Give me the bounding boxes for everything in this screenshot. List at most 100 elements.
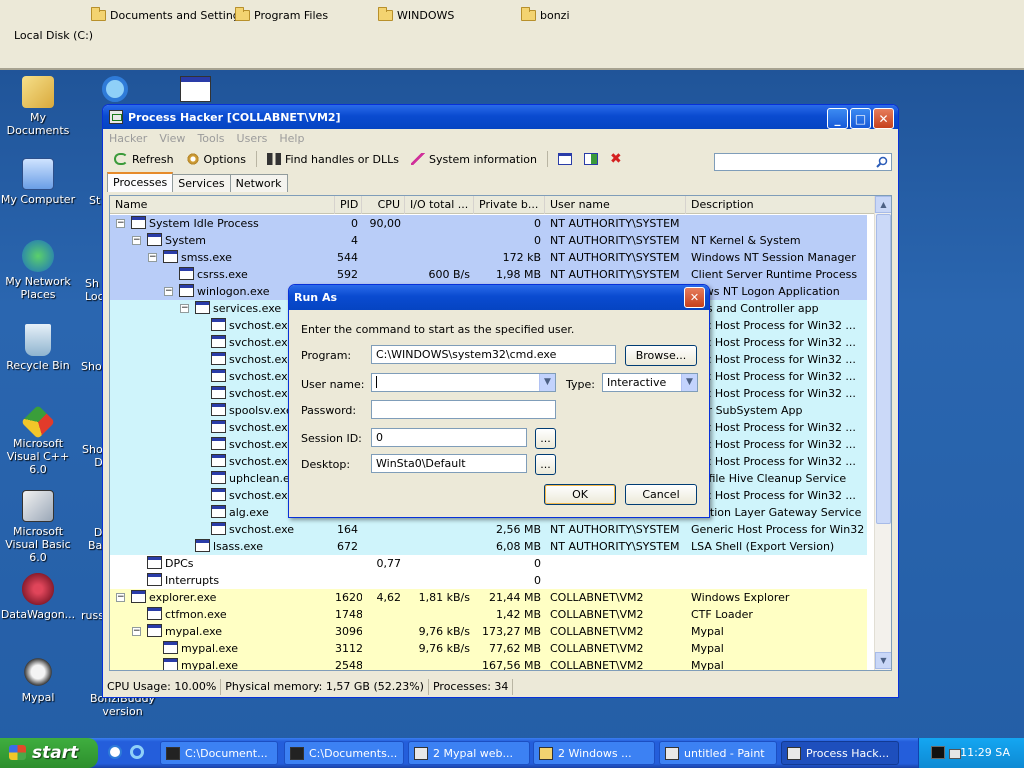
tree-toggle-icon[interactable]: − [116, 593, 125, 602]
process-hacker-titlebar[interactable]: Process Hacker [COLLABNET\VM2] _ □ ✕ [103, 105, 898, 129]
minimize-button[interactable]: _ [827, 108, 848, 129]
process-row[interactable]: DPCs 0,77 0 [110, 555, 867, 572]
desktop-icon-visual-basic[interactable]: Microsoft Visual Basic 6.0 [0, 490, 76, 564]
column-user-name[interactable]: User name [545, 196, 686, 214]
folder-program-files[interactable]: Program Files [235, 6, 328, 23]
run-as-close-button[interactable]: ✕ [684, 287, 705, 308]
go-to-button[interactable] [579, 149, 603, 169]
menu-help[interactable]: Help [279, 132, 304, 145]
desktop-icon-visual-cpp[interactable]: Microsoft Visual C++ 6.0 [0, 405, 76, 476]
taskbar-button[interactable]: C:\Document... [160, 741, 278, 765]
internet-explorer-icon[interactable] [130, 745, 144, 759]
column-private-bytes[interactable]: Private b... [474, 196, 545, 214]
mypal-icon [414, 747, 428, 760]
tree-toggle-icon[interactable]: − [132, 236, 141, 245]
menu-view[interactable]: View [159, 132, 185, 145]
media-player-icon[interactable] [108, 745, 122, 759]
menu-hacker[interactable]: Hacker [109, 132, 147, 145]
scroll-down-button[interactable]: ▼ [875, 652, 891, 669]
column-name[interactable]: Name [110, 196, 335, 214]
desktop-icon-ie[interactable] [102, 76, 132, 104]
scroll-thumb[interactable] [876, 214, 891, 524]
folder-bonzi[interactable]: bonzi [521, 6, 570, 23]
type-dropdown-button[interactable]: ▼ [681, 374, 697, 391]
desktop-icon-my-documents[interactable]: My Documents [0, 76, 76, 137]
password-field[interactable] [371, 400, 556, 419]
column-description[interactable]: Description [686, 196, 876, 214]
process-row[interactable]: ctfmon.exe 1748 1,42 MB COLLABNET\VM2 CTF Lo… [110, 606, 867, 623]
process-pid-cell: 0 [351, 217, 358, 230]
desktop-icon-network-places[interactable]: My Network Places [0, 240, 76, 301]
tree-toggle-icon[interactable]: − [164, 287, 173, 296]
run-as-titlebar[interactable]: Run As [289, 285, 709, 310]
taskbar-button[interactable]: 2 Mypal web... [408, 741, 530, 765]
folder-documents-and-settings[interactable]: Documents and Settings [91, 6, 246, 23]
tab-processes[interactable]: Processes [107, 172, 174, 192]
column-pid[interactable]: PID [335, 196, 362, 214]
taskbar-button[interactable]: C:\Documents... [284, 741, 404, 765]
process-row[interactable]: − System 4 0 NT AUTHORITY\SYSTEM NT Kernel & … [110, 232, 867, 249]
desktop-icon-mypal[interactable]: Mypal [0, 656, 76, 704]
process-row[interactable]: − smss.exe 544 172 kB NT AUTHORITY\SYSTEM Win… [110, 249, 867, 266]
tab-services[interactable]: Services [172, 174, 231, 192]
find-handles-button[interactable]: Find handles or DLLs [262, 149, 404, 169]
session-id-browse-button[interactable]: ... [535, 428, 556, 449]
process-name-cell: mypal.exe [163, 657, 332, 670]
username-dropdown-button[interactable]: ▼ [539, 374, 555, 391]
desktop-icon-datawagon[interactable]: DataWagon... [0, 573, 76, 621]
desktop-icon-my-computer[interactable]: My Computer [0, 158, 76, 206]
tab-network[interactable]: Network [229, 174, 288, 192]
scroll-up-button[interactable]: ▲ [875, 196, 891, 213]
ok-button[interactable]: OK [544, 484, 616, 505]
tree-toggle-icon[interactable]: − [180, 304, 189, 313]
folder-icon [235, 6, 250, 21]
maximize-button[interactable]: □ [850, 108, 871, 129]
menu-tools[interactable]: Tools [197, 132, 224, 145]
window-toolbar-button[interactable] [553, 149, 577, 169]
column-cpu[interactable]: CPU [362, 196, 405, 214]
process-row[interactable]: Interrupts 0 [110, 572, 867, 589]
menu-users[interactable]: Users [237, 132, 268, 145]
process-row[interactable]: − explorer.exe 1620 4,62 1,81 kB/s 21,44 MB CO… [110, 589, 867, 606]
process-row[interactable]: mypal.exe 2548 167,56 MB COLLABNET\VM2 Mypal [110, 657, 867, 671]
taskbar-button-label: 2 Windows ... [558, 747, 632, 760]
process-desc-cell: dows NT Logon Application [691, 285, 840, 298]
process-row[interactable]: svchost.exe 164 2,56 MB NT AUTHORITY\SYSTEM… [110, 521, 867, 538]
tree-toggle-icon[interactable]: − [132, 627, 141, 636]
process-name-cell: svchost.exe [211, 521, 332, 538]
system-information-button[interactable]: System information [406, 149, 542, 169]
column-io-total[interactable]: I/O total ... [405, 196, 474, 214]
refresh-button[interactable]: Refresh [109, 149, 179, 169]
desktop-icon-window[interactable] [180, 76, 211, 102]
terminate-button[interactable]: ✖ [605, 149, 627, 169]
taskbar-button[interactable]: untitled - Paint [659, 741, 777, 765]
taskbar-button[interactable]: 2 Windows ... [533, 741, 655, 765]
username-combobox[interactable]: ▼ [371, 373, 556, 392]
session-id-field[interactable]: 0 [371, 428, 527, 447]
options-button[interactable]: Options [181, 149, 251, 169]
folder-windows[interactable]: WINDOWS [378, 6, 454, 23]
search-input[interactable] [714, 153, 892, 171]
taskbar-button[interactable]: Process Hack... [781, 741, 899, 765]
clock[interactable]: 11:29 SA [960, 746, 1010, 759]
process-user-cell: COLLABNET\VM2 [550, 659, 644, 671]
type-select[interactable]: Interactive ▼ [602, 373, 698, 392]
process-row[interactable]: csrss.exe 592 600 B/s 1,98 MB NT AUTHORITY\S… [110, 266, 867, 283]
desktop-field[interactable]: WinSta0\Default [371, 454, 527, 473]
process-row[interactable]: − System Idle Process 0 90,00 0 NT AUTHORITY\… [110, 215, 867, 232]
desktop-browse-button[interactable]: ... [535, 454, 556, 475]
program-field[interactable]: C:\WINDOWS\system32\cmd.exe [371, 345, 616, 364]
browse-button[interactable]: Browse... [625, 345, 697, 366]
process-row[interactable]: lsass.exe 672 6,08 MB NT AUTHORITY\SYSTEM LS… [110, 538, 867, 555]
cancel-button[interactable]: Cancel [625, 484, 697, 505]
close-button[interactable]: ✕ [873, 108, 894, 129]
tree-toggle-icon[interactable]: − [116, 219, 125, 228]
start-button[interactable]: start [0, 738, 98, 768]
process-row[interactable]: − mypal.exe 3096 9,76 kB/s 173,27 MB COLLABNE… [110, 623, 867, 640]
desktop-icon-recycle-bin[interactable]: Recycle Bin [0, 324, 76, 372]
vertical-scrollbar[interactable]: ▲ ▼ [874, 196, 891, 670]
tree-toggle-icon[interactable]: − [148, 253, 157, 262]
process-row[interactable]: mypal.exe 3112 9,76 kB/s 77,62 MB COLLABNET\… [110, 640, 867, 657]
console-icon[interactable] [931, 746, 945, 759]
process-desc-cell: Windows NT Session Manager [691, 251, 856, 264]
